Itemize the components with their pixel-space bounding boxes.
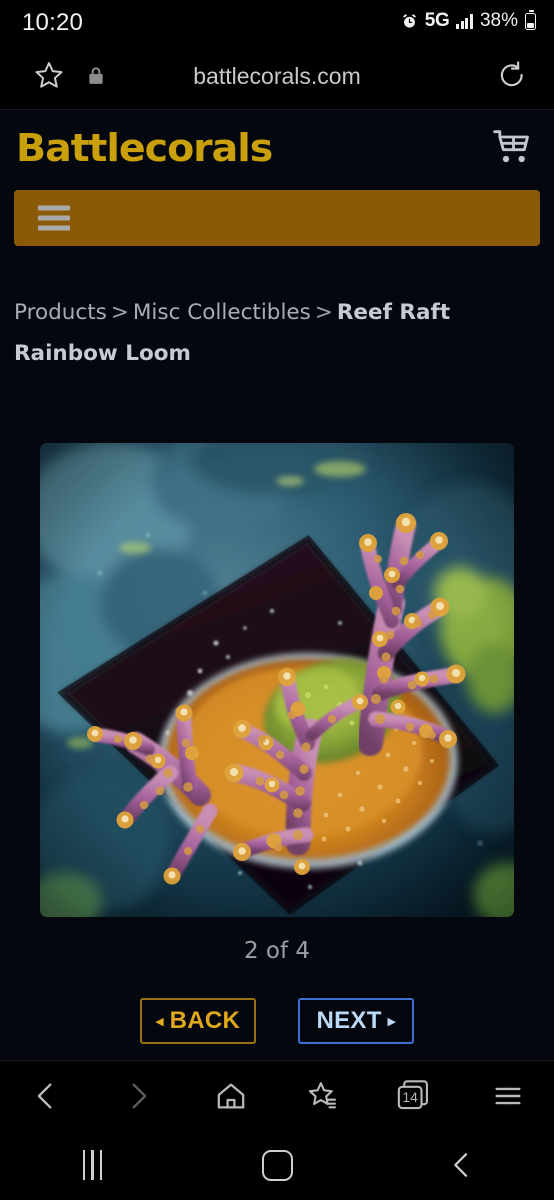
browser-back-button[interactable] <box>0 1079 92 1113</box>
back-button-label: BACK <box>169 1007 241 1034</box>
browser-menu-button[interactable] <box>462 1079 554 1113</box>
product-image[interactable] <box>40 443 514 917</box>
breadcrumb-separator: > <box>110 300 129 325</box>
tabs-count-label: 14 <box>402 1088 418 1105</box>
browser-url-bar[interactable]: battlecorals.com <box>0 46 554 110</box>
back-button-icon <box>453 1153 467 1177</box>
forward-arrow-icon <box>133 1082 147 1109</box>
next-button[interactable]: NEXT ▸ <box>298 998 414 1044</box>
android-nav-bar <box>0 1130 554 1200</box>
breadcrumb-item-misc-collectibles[interactable]: Misc Collectibles <box>133 300 311 325</box>
recents-icon <box>82 1150 103 1180</box>
next-button-label: NEXT <box>316 1007 382 1034</box>
breadcrumb-separator: > <box>314 300 333 325</box>
status-bar-indicators: 5G 38% <box>401 9 536 32</box>
battery-percent-label: 38% <box>479 10 518 31</box>
battery-icon <box>525 9 536 30</box>
browser-home-button[interactable] <box>185 1079 277 1113</box>
browser-bookmarks-button[interactable] <box>277 1079 369 1113</box>
back-arrow-icon <box>37 1082 52 1109</box>
hamburger-menu-icon[interactable] <box>38 201 70 236</box>
site-header: Battlecorals <box>0 110 554 190</box>
image-pager: 2 of 4 <box>243 938 311 964</box>
browser-tabs-button[interactable]: 14 <box>369 1079 461 1113</box>
site-logo[interactable]: Battlecorals <box>16 126 273 170</box>
system-back-button[interactable] <box>369 1149 554 1181</box>
breadcrumb-item-products[interactable]: Products <box>14 300 107 325</box>
coral-photo <box>40 443 514 917</box>
reload-icon[interactable] <box>496 59 528 96</box>
tabs-icon: 14 <box>396 1079 434 1113</box>
site-menu-bar[interactable] <box>14 190 540 246</box>
browser-forward-button[interactable] <box>92 1079 184 1113</box>
bookmarks-star-icon <box>309 1081 337 1108</box>
menu-icon <box>495 1087 521 1104</box>
phone-screen: 10:20 5G 38% battlecorals.com Battlecora… <box>0 0 554 1200</box>
gallery-controls: ◂ BACK NEXT ▸ <box>0 998 554 1044</box>
status-bar: 10:20 5G 38% <box>0 0 554 46</box>
recents-button[interactable] <box>0 1150 185 1180</box>
breadcrumb: Products > Misc Collectibles > Reef Raft Rai… <box>14 292 540 374</box>
signal-bars-icon <box>456 13 473 29</box>
alarm-icon <box>402 13 416 28</box>
next-arrow-icon: ▸ <box>387 1012 396 1030</box>
home-button[interactable] <box>185 1149 370 1181</box>
browser-toolbar: 14 <box>0 1060 554 1130</box>
home-icon <box>217 1083 245 1108</box>
back-button[interactable]: ◂ BACK <box>140 998 256 1044</box>
back-arrow-icon: ◂ <box>155 1012 164 1030</box>
web-page-content: Battlecorals Products > Misc Collectibles >… <box>0 110 554 1060</box>
status-bar-clock: 10:20 <box>22 9 84 36</box>
url-text[interactable]: battlecorals.com <box>0 63 554 90</box>
shopping-cart-icon[interactable] <box>490 128 534 173</box>
home-button-icon <box>261 1149 293 1181</box>
network-type-label: 5G <box>424 10 450 31</box>
